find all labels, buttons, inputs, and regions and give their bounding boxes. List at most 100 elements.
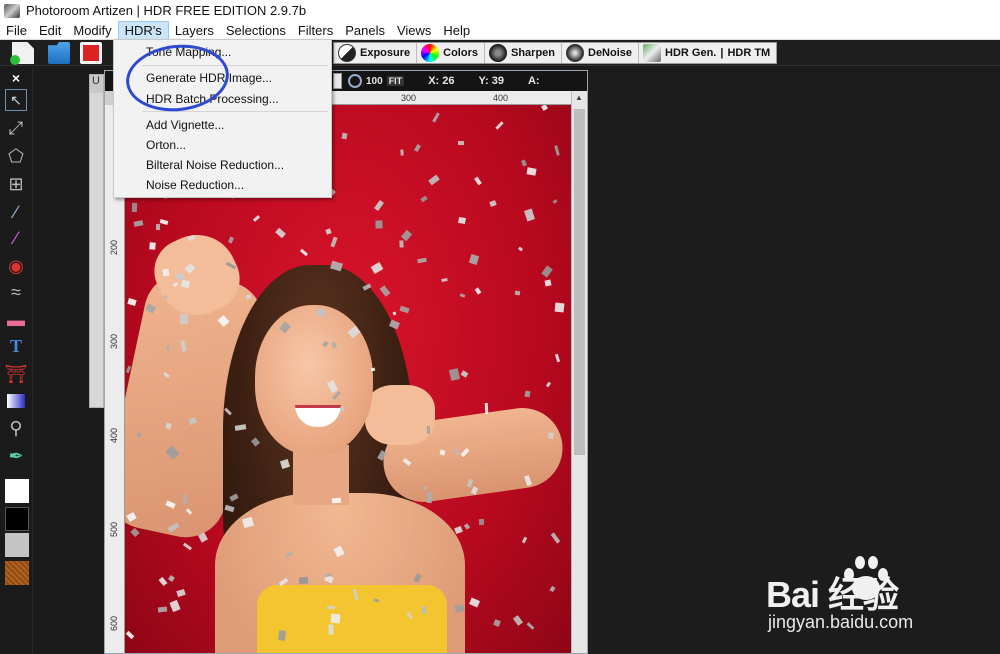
confetti-piece (552, 199, 558, 204)
eraser-tool-icon[interactable]: ▬ (5, 309, 27, 331)
open-folder-icon[interactable] (48, 42, 70, 64)
menu-bar: File Edit Modify HDR's Layers Selections… (0, 20, 1000, 40)
sharpen-icon (488, 44, 507, 62)
confetti-piece (458, 216, 466, 225)
colors-label: Colors (443, 47, 478, 59)
confetti-piece (379, 285, 391, 297)
ruler-tick: 400 (109, 427, 119, 443)
paint-bucket-tool-icon[interactable]: ⛩ (5, 363, 28, 385)
app-icon (4, 3, 20, 18)
add-select-tool-icon[interactable]: ⤢ (5, 117, 27, 139)
confetti-piece (127, 298, 137, 306)
confetti-piece (512, 615, 524, 626)
menu-filters[interactable]: Filters (292, 21, 339, 40)
gradient-tool-icon[interactable] (7, 394, 25, 408)
background-document-tab[interactable]: U (90, 75, 103, 93)
confetti-piece (375, 220, 383, 229)
confetti-piece (489, 200, 497, 207)
confetti-piece (252, 215, 261, 222)
scroll-up-arrow-icon[interactable]: ▲ (575, 93, 583, 102)
gray-swatch[interactable] (5, 533, 29, 557)
confetti-piece (526, 167, 537, 176)
ruler-tick: 200 (109, 239, 119, 255)
menu-views[interactable]: Views (391, 21, 437, 40)
texture-swatch[interactable] (5, 561, 29, 585)
close-panel-icon[interactable]: × (5, 67, 27, 89)
confetti-piece (521, 159, 527, 167)
red-eye-tool-icon[interactable]: ◉ (5, 255, 27, 277)
hdr-gen-icon (643, 44, 662, 62)
confetti-piece (441, 277, 448, 283)
sharpen-button[interactable]: Sharpen (485, 43, 562, 63)
text-tool-icon[interactable]: T (5, 335, 27, 357)
confetti-piece (550, 532, 561, 544)
hdr-tm-label[interactable]: HDR TM (727, 47, 770, 59)
menu-selections[interactable]: Selections (220, 21, 292, 40)
watermark-url: jingyan.baidu.com (768, 612, 914, 632)
confetti-piece (325, 228, 332, 235)
confetti-piece (399, 240, 404, 248)
denoise-label: DeNoise (588, 47, 633, 59)
smudge-tool-icon[interactable]: ≈ (5, 281, 27, 303)
background-document-window[interactable]: U (89, 74, 104, 408)
spin-control[interactable] (333, 73, 342, 89)
crop-tool-icon[interactable]: ⊞ (5, 173, 27, 195)
confetti-piece (158, 576, 168, 587)
colors-button[interactable]: Colors (417, 43, 485, 63)
ruler-tick: 600 (109, 615, 119, 631)
confetti-piece (277, 630, 287, 641)
confetti-piece (298, 576, 309, 585)
baidu-paw-icon (842, 554, 888, 602)
menu-layers[interactable]: Layers (169, 21, 220, 40)
menu-modify[interactable]: Modify (67, 21, 117, 40)
confetti-piece (526, 622, 535, 630)
confetti-piece (166, 344, 170, 351)
confetti-piece (149, 242, 156, 250)
confetti-piece (514, 290, 521, 296)
confetti-piece (169, 599, 181, 613)
confetti-piece (400, 149, 404, 156)
adjustments-bar: Exposure Colors Sharpen DeNoise HDR Gen.… (333, 42, 778, 64)
exposure-label: Exposure (360, 47, 411, 59)
background-color-swatch[interactable] (5, 507, 29, 531)
menu-item-orton[interactable]: Orton... (146, 136, 186, 154)
vertical-scrollbar[interactable]: ▲ (571, 91, 587, 653)
zoom-tool-icon[interactable]: ⚲ (5, 417, 27, 439)
brush-tool-icon[interactable]: ∕ (5, 201, 27, 223)
zoom-icon[interactable] (348, 74, 362, 88)
menu-edit[interactable]: Edit (33, 21, 67, 40)
menu-item-bilateral-noise-reduction[interactable]: Bilteral Noise Reduction... (146, 156, 284, 174)
confetti-piece (392, 311, 397, 316)
denoise-button[interactable]: DeNoise (562, 43, 640, 63)
pointer-tool-icon[interactable]: ↖ (5, 89, 27, 111)
scrollbar-thumb[interactable] (574, 109, 585, 455)
hdr-gen-button[interactable]: HDR Gen. | HDR TM (639, 43, 776, 63)
confetti-piece (299, 248, 309, 257)
save-icon[interactable] (80, 42, 102, 64)
menu-item-add-vignette[interactable]: Add Vignette... (146, 116, 225, 134)
menu-item-noise-reduction[interactable]: Noise Reduction... (146, 176, 244, 194)
menu-hdrs[interactable]: HDR's (117, 20, 169, 40)
confetti-piece (454, 525, 463, 535)
eyedropper-tool-icon[interactable]: ✒ (5, 445, 27, 467)
confetti-piece (133, 220, 144, 227)
confetti-piece (417, 257, 427, 264)
confetti-piece (168, 575, 175, 582)
lasso-tool-icon[interactable]: ⬠ (5, 145, 27, 167)
confetti-piece (541, 105, 548, 111)
menu-file[interactable]: File (0, 21, 33, 40)
confetti-piece (159, 219, 169, 225)
color-brush-tool-icon[interactable]: ∕ (5, 227, 27, 249)
menu-panels[interactable]: Panels (339, 21, 391, 40)
confetti-piece (182, 542, 193, 551)
confetti-piece (460, 370, 469, 378)
confetti-piece (331, 497, 342, 504)
foreground-color-swatch[interactable] (5, 479, 29, 503)
photo-right-hand (365, 385, 435, 445)
confetti-piece (474, 287, 482, 295)
fit-button[interactable]: FIT (386, 76, 405, 86)
exposure-button[interactable]: Exposure (334, 43, 418, 63)
confetti-piece (554, 145, 560, 156)
confetti-piece (162, 268, 170, 277)
menu-help[interactable]: Help (437, 21, 476, 40)
